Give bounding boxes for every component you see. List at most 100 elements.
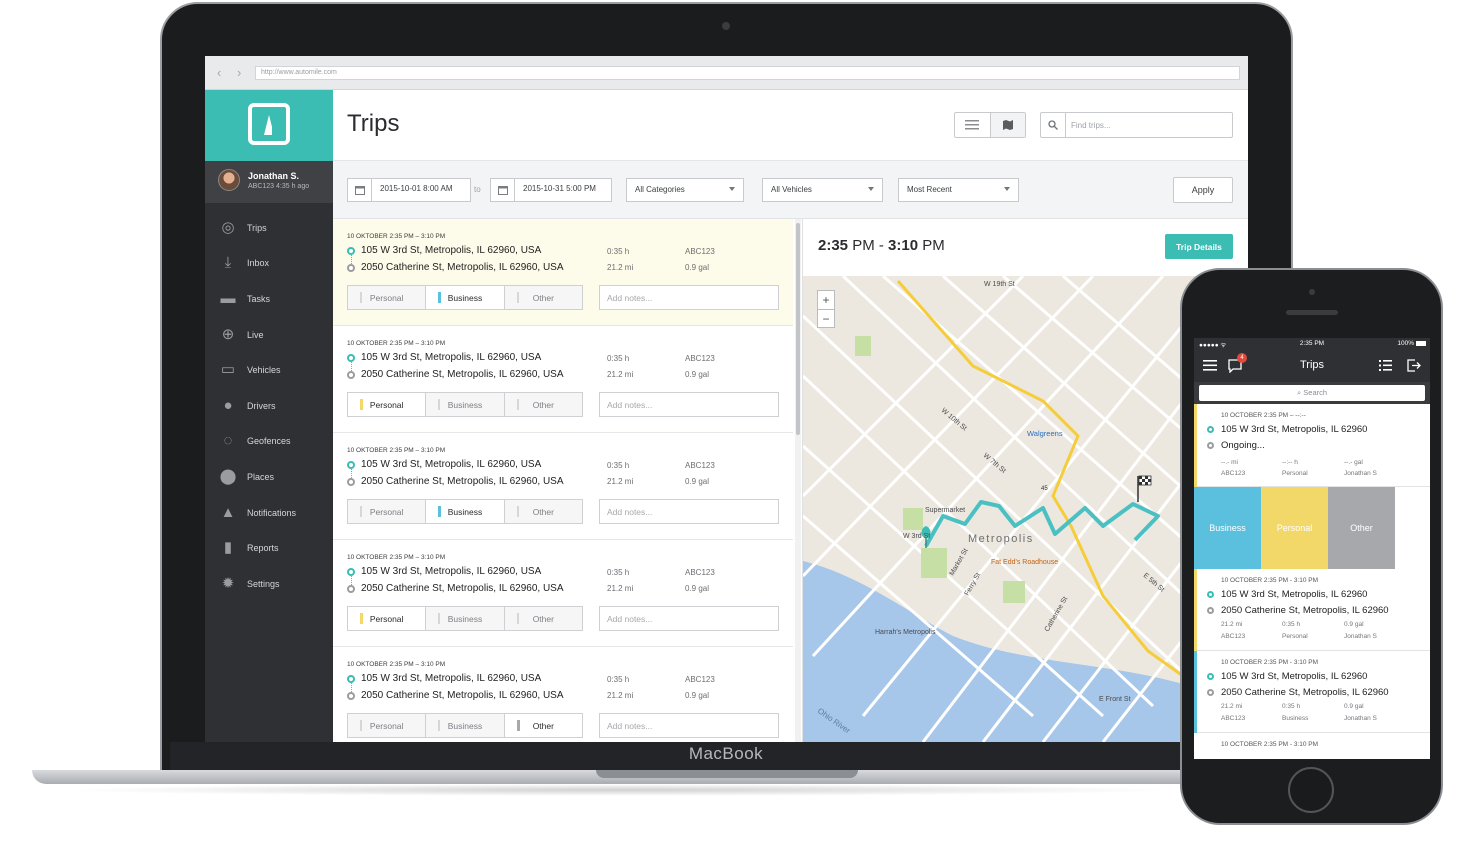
map-label: W 7th St bbox=[982, 452, 1007, 475]
app-logo[interactable] bbox=[205, 90, 333, 161]
list-view-button[interactable] bbox=[955, 113, 990, 137]
phone-trip-card[interactable]: 10 OCTOBER 2:35 PM - 3:10 PM 105 W 3rd St… bbox=[1194, 651, 1430, 733]
trip-card[interactable]: 10 OKTOBER 2:35 PM – 3:10 PM 105 W 3rd St… bbox=[333, 540, 793, 647]
notes-input[interactable] bbox=[599, 606, 779, 631]
sidebar-item-live[interactable]: ⊕ Live bbox=[205, 317, 333, 353]
map-label: Market St bbox=[949, 548, 970, 577]
sidebar-item-settings[interactable]: ✹ Settings bbox=[205, 566, 333, 602]
date-to-field[interactable]: 2015-10-31 5:00 PM bbox=[490, 178, 612, 202]
trip-card[interactable]: 10 OKTOBER 2:35 PM – 3:10 PM 105 W 3rd St… bbox=[333, 326, 793, 433]
sidebar: Jonathan S. ABC123 4:35 h ago ◎ Trips ⤓ Inb… bbox=[205, 90, 333, 742]
zoom-in-button[interactable]: + bbox=[818, 291, 834, 309]
sidebar-item-label: Geofences bbox=[247, 436, 291, 447]
trip-time-range: 2:35 PM - 3:10 PM bbox=[818, 237, 945, 254]
category-label: Business bbox=[447, 720, 483, 731]
trip-category: Personal bbox=[1282, 633, 1308, 640]
sidebar-item-label: Inbox bbox=[247, 258, 270, 269]
zoom-out-button[interactable]: − bbox=[818, 309, 834, 327]
ongoing-trip-card[interactable]: 10 OCTOBER 2:35 PM – --:-- 105 W 3rd St,… bbox=[1194, 404, 1430, 487]
trip-date: 10 OCTOBER 2:35 PM - 3:10 PM bbox=[1221, 577, 1319, 584]
trip-card[interactable]: 10 OKTOBER 2:35 PM – 3:10 PM 105 W 3rd St… bbox=[333, 219, 793, 326]
category-business-button[interactable]: Business bbox=[425, 714, 504, 737]
swipe-business-button[interactable]: Business bbox=[1194, 487, 1261, 569]
search-icon[interactable] bbox=[1041, 113, 1066, 137]
phone-search-input[interactable]: ⌕ Search bbox=[1199, 385, 1425, 401]
category-business-button[interactable]: Business bbox=[425, 500, 504, 523]
trip-list-scrollbar[interactable] bbox=[795, 219, 801, 742]
category-other-button[interactable]: Other bbox=[503, 607, 582, 630]
address-bar[interactable]: http://www.automile.com bbox=[255, 66, 1240, 80]
trip-fuel: 0.9 gal bbox=[685, 477, 710, 486]
notes-input[interactable] bbox=[599, 499, 779, 524]
trip-date: 10 OCTOBER 2:35 PM - 3:10 PM bbox=[1221, 659, 1319, 666]
category-personal-button[interactable]: Personal bbox=[348, 714, 426, 737]
swipe-other-button[interactable]: Other bbox=[1328, 487, 1395, 569]
map-label: Harrah's Metropolis bbox=[875, 629, 936, 636]
category-label: Personal bbox=[369, 399, 404, 410]
phone-trip-card[interactable]: 10 OCTOBER 2:35 PM - 3:10 PM bbox=[1194, 733, 1430, 759]
trip-duration: 0:35 h bbox=[607, 247, 630, 256]
home-button[interactable] bbox=[1288, 767, 1334, 813]
trip-date: 10 OCTOBER 2:35 PM – --:-- bbox=[1221, 412, 1306, 419]
notes-input[interactable] bbox=[599, 713, 779, 738]
category-personal-button[interactable]: Personal bbox=[348, 607, 426, 630]
search-input[interactable] bbox=[1071, 117, 1226, 133]
swipe-personal-button[interactable]: Personal bbox=[1261, 487, 1328, 569]
category-personal-button[interactable]: Personal bbox=[348, 286, 426, 309]
trip-to-address: 2050 Catherine St, Metropolis, IL 62960,… bbox=[361, 690, 564, 701]
category-business-button[interactable]: Business bbox=[425, 607, 504, 630]
category-other-button[interactable]: Other bbox=[503, 500, 582, 523]
trip-distance: 21.2 mi bbox=[1221, 621, 1243, 628]
trip-duration: 0:35 h bbox=[1282, 703, 1301, 710]
trip-date: 10 OKTOBER 2:35 PM – 3:10 PM bbox=[347, 233, 446, 240]
category-other-button[interactable]: Other bbox=[503, 714, 582, 737]
logout-icon[interactable] bbox=[1407, 359, 1421, 372]
scrollbar-thumb[interactable] bbox=[796, 223, 800, 435]
sidebar-item-geofences[interactable]: ◌ Geofences bbox=[205, 424, 333, 460]
trip-distance: 21.2 mi bbox=[607, 477, 634, 486]
browser-back-forward-icon[interactable]: ‹ › bbox=[217, 65, 247, 80]
category-business-button[interactable]: Business bbox=[425, 286, 504, 309]
trip-fuel: 0.9 gal bbox=[1344, 621, 1364, 628]
category-personal-button[interactable]: Personal bbox=[348, 500, 426, 523]
trip-card[interactable]: 10 OKTOBER 2:35 PM – 3:10 PM 105 W 3rd St… bbox=[333, 647, 793, 742]
category-accent bbox=[1194, 651, 1197, 733]
sidebar-item-inbox[interactable]: ⤓ Inbox bbox=[205, 246, 333, 282]
browser-toolbar: ‹ › http://www.automile.com bbox=[205, 56, 1248, 90]
trip-duration: 0:35 h bbox=[607, 568, 630, 577]
category-other-button[interactable]: Other bbox=[503, 393, 582, 416]
laptop-camera bbox=[722, 22, 730, 30]
category-personal-button[interactable]: Personal bbox=[348, 393, 426, 416]
sidebar-item-vehicles[interactable]: ▭ Vehicles bbox=[205, 352, 333, 388]
category-other-button[interactable]: Other bbox=[503, 286, 582, 309]
trip-card[interactable]: 10 OKTOBER 2:35 PM – 3:10 PM 105 W 3rd St… bbox=[333, 433, 793, 540]
phone-camera bbox=[1309, 289, 1315, 295]
map-view-button[interactable] bbox=[989, 113, 1025, 137]
user-profile[interactable]: Jonathan S. ABC123 4:35 h ago bbox=[205, 161, 333, 203]
chevron-down-icon bbox=[1004, 187, 1010, 191]
apply-button[interactable]: Apply bbox=[1173, 177, 1233, 203]
trip-from-address: 105 W 3rd St, Metropolis, IL 62960, USA bbox=[361, 352, 542, 363]
category-business-button[interactable]: Business bbox=[425, 393, 504, 416]
sidebar-item-places[interactable]: ⬤ Places bbox=[205, 459, 333, 495]
search-box bbox=[1040, 112, 1233, 138]
notes-input[interactable] bbox=[599, 285, 779, 310]
sidebar-item-drivers[interactable]: ● Drivers bbox=[205, 388, 333, 424]
sidebar-item-tasks[interactable]: ▬ Tasks bbox=[205, 281, 333, 317]
date-from-field[interactable]: 2015-10-01 8:00 AM bbox=[347, 178, 471, 202]
sort-select[interactable]: Most Recent bbox=[898, 178, 1019, 202]
finish-flag-icon bbox=[1137, 475, 1152, 502]
trip-details-button[interactable]: Trip Details bbox=[1165, 234, 1233, 259]
sidebar-item-trips[interactable]: ◎ Trips bbox=[205, 210, 333, 246]
category-select[interactable]: All Categories bbox=[626, 178, 744, 202]
trip-list: 10 OKTOBER 2:35 PM – 3:10 PM 105 W 3rd St… bbox=[333, 219, 803, 742]
sidebar-item-reports[interactable]: ▮ Reports bbox=[205, 530, 333, 566]
phone-status-bar: ●●●●● ᯤ 2:35 PM 100% bbox=[1194, 338, 1430, 350]
vehicle-select[interactable]: All Vehicles bbox=[762, 178, 883, 202]
phone-header: 4 Trips bbox=[1194, 350, 1430, 382]
list-view-icon[interactable] bbox=[1379, 360, 1392, 371]
sidebar-item-notifications[interactable]: ▲ Notifications bbox=[205, 495, 333, 531]
end-dot-icon bbox=[1207, 442, 1214, 449]
notes-input[interactable] bbox=[599, 392, 779, 417]
phone-trip-card[interactable]: 10 OCTOBER 2:35 PM - 3:10 PM 105 W 3rd St… bbox=[1194, 569, 1430, 651]
